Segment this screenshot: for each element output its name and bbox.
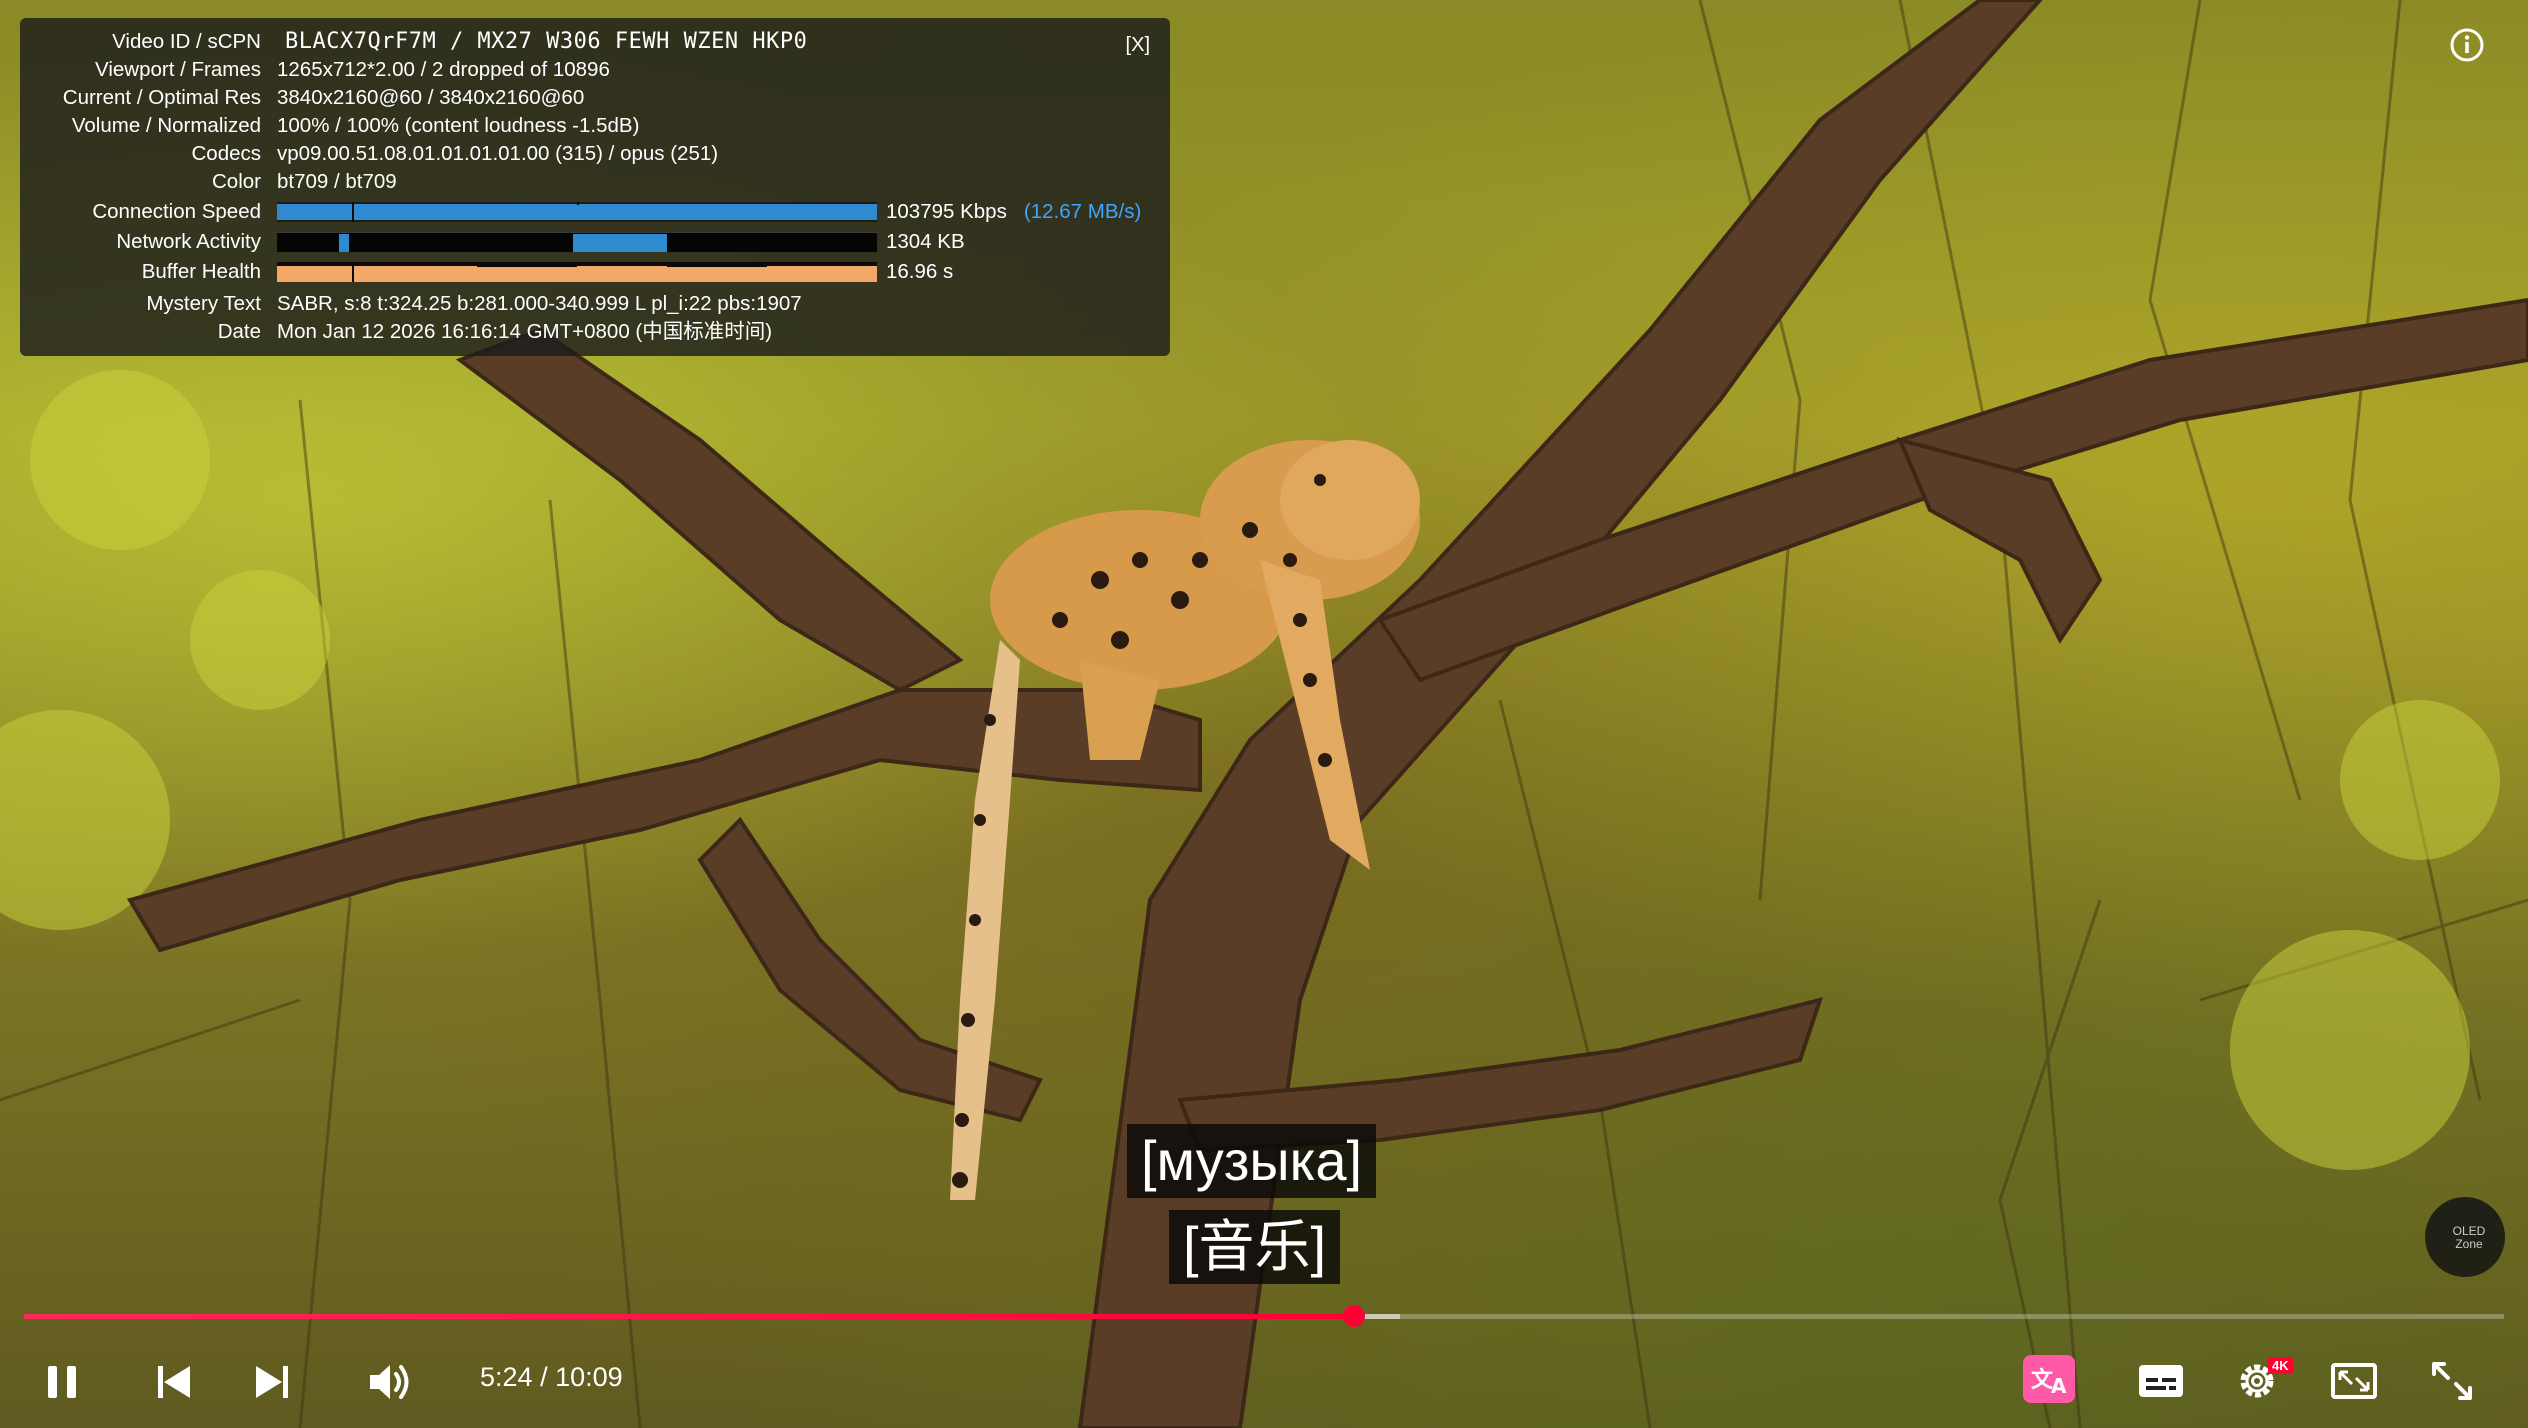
stats-row-connection-speed: Connection Speed 103795 Kbps (12.67 MB/s… — [20, 198, 1170, 226]
stats-label: Color — [212, 170, 261, 193]
time-display: 5:24 / 10:09 — [480, 1362, 623, 1393]
stats-value: 3840x2160@60 / 3840x2160@60 — [277, 86, 585, 109]
stats-value: SABR, s:8 t:324.25 b:281.000-340.999 L p… — [277, 292, 802, 315]
fullscreen-icon — [2432, 1362, 2472, 1400]
subtitle-line-2: [音乐] — [1169, 1210, 1341, 1284]
subtitle-line-1: [музыка] — [1127, 1124, 1377, 1198]
pause-icon — [48, 1366, 76, 1398]
duration: 10:09 — [555, 1362, 623, 1392]
stats-label: Codecs — [191, 142, 261, 165]
info-button[interactable] — [2450, 28, 2484, 62]
channel-watermark[interactable]: OLED Zone — [2425, 1197, 2505, 1277]
volume-button[interactable] — [366, 1358, 416, 1406]
stats-label: Buffer Health — [141, 260, 261, 283]
miniplayer-button[interactable] — [2330, 1358, 2378, 1404]
stats-value: 103795 Kbps (12.67 MB/s) — [886, 198, 1141, 226]
subtitles-icon — [2139, 1365, 2183, 1397]
stats-value: 1265x712*2.00 / 2 dropped of 10896 — [277, 58, 610, 81]
miniplayer-icon — [2331, 1363, 2377, 1399]
watermark-text: OLED Zone — [2452, 1224, 2486, 1251]
progress-bar[interactable] — [24, 1305, 2504, 1327]
info-icon — [2450, 28, 2484, 62]
stats-value: bt709 / bt709 — [277, 170, 397, 193]
stats-label: Mystery Text — [146, 292, 261, 315]
stats-label: Connection Speed — [92, 200, 261, 223]
network-activity-graph — [277, 232, 877, 252]
subtitles-button[interactable] — [2136, 1358, 2186, 1404]
stats-value: Mon Jan 12 2026 16:16:14 GMT+0800 (中国标准时… — [277, 320, 773, 343]
auto-translate-button[interactable]: 文 A — [2023, 1355, 2075, 1403]
volume-icon — [370, 1365, 409, 1399]
buffer-health-graph — [277, 262, 877, 282]
speed-mbs: (12.67 MB/s) — [1023, 200, 1142, 223]
stats-label: Video ID / sCPN — [112, 30, 261, 53]
speed-kbps: 103795 Kbps — [886, 200, 1007, 223]
previous-icon — [158, 1366, 190, 1398]
video-player[interactable]: [X] Video ID / sCPN BLACX7QrF7M / MX27 W… — [0, 0, 2528, 1428]
progress-scrubber[interactable] — [1342, 1305, 1365, 1327]
pause-button[interactable] — [40, 1360, 84, 1404]
stats-value: 100% / 100% (content loudness -1.5dB) — [277, 114, 640, 137]
stats-close-button[interactable]: [X] — [1126, 34, 1150, 57]
next-icon — [256, 1366, 288, 1398]
current-time: 5:24 — [480, 1362, 533, 1392]
quality-badge: 4K — [2268, 1357, 2293, 1374]
stats-value: vp09.00.51.08.01.01.01.01.00 (315) / opu… — [277, 142, 719, 165]
time-separator: / — [532, 1362, 556, 1392]
previous-button[interactable] — [152, 1360, 196, 1404]
stats-label: Network Activity — [116, 230, 261, 253]
fullscreen-button[interactable] — [2428, 1358, 2476, 1404]
stats-label: Volume / Normalized — [71, 114, 261, 137]
progress-played — [24, 1314, 1354, 1319]
svg-text:A: A — [2051, 1374, 2067, 1398]
stats-value: 16.96 s — [886, 260, 954, 283]
next-button[interactable] — [250, 1360, 294, 1404]
stats-label: Date — [217, 320, 261, 343]
stats-for-nerds-panel: [X] Video ID / sCPN BLACX7QrF7M / MX27 W… — [20, 18, 1170, 356]
stats-value: 1304 KB — [886, 230, 965, 253]
auto-translate-icon: 文 A — [2031, 1367, 2067, 1398]
connection-speed-graph — [277, 202, 877, 222]
stats-label: Viewport / Frames — [95, 58, 261, 81]
stats-label: Current / Optimal Res — [62, 86, 261, 109]
stats-value: BLACX7QrF7M / MX27 W306 FEWH WZEN HKP0 — [285, 29, 808, 54]
